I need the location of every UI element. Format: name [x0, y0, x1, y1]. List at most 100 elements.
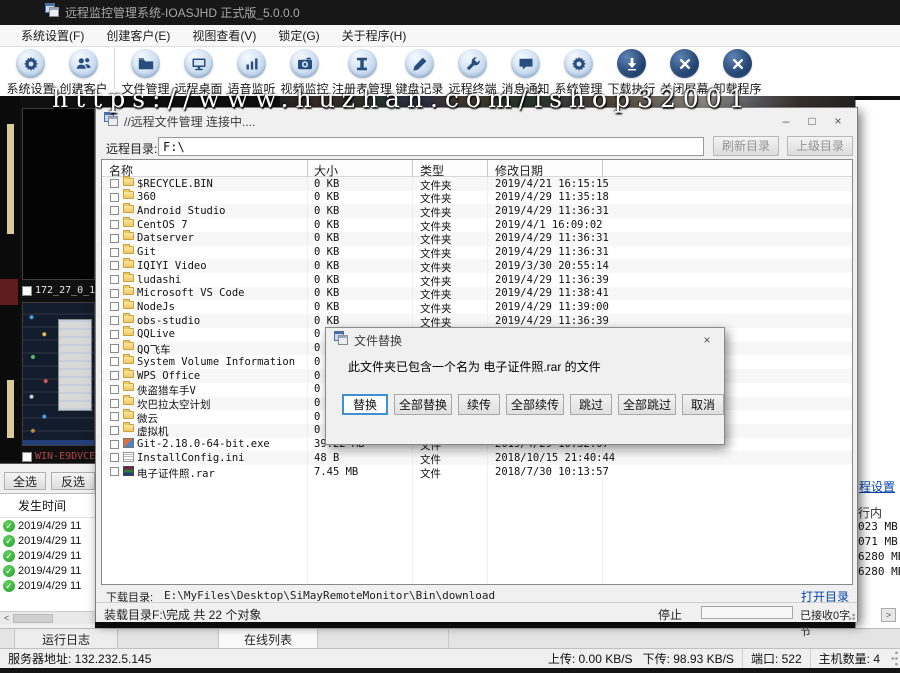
host-thumbnail-2[interactable] [22, 302, 95, 446]
file-row[interactable]: ludashi 0 KB 文件夹 2019/4/29 11:36:39 [102, 273, 852, 287]
minimize-button[interactable]: – [773, 111, 799, 131]
toolbar-item-close-screen[interactable]: 关闭屏幕 [658, 47, 711, 97]
row-checkbox[interactable] [110, 206, 119, 215]
row-checkbox[interactable] [110, 426, 119, 435]
bottom-tabs-row: 运行日志 在线列表 [0, 628, 900, 648]
row-checkbox[interactable] [110, 234, 119, 243]
file-row[interactable]: Datserver 0 KB 文件夹 2019/4/29 11:36:31 [102, 232, 852, 246]
row-checkbox[interactable] [110, 467, 119, 476]
row-checkbox[interactable] [110, 412, 119, 421]
row-checkbox[interactable] [110, 330, 119, 339]
row-checkbox[interactable] [110, 399, 119, 408]
toolbar-item-file-manager[interactable]: 文件管理 [119, 47, 172, 97]
file-row[interactable]: 360 0 KB 文件夹 2019/4/29 11:35:18 [102, 191, 852, 205]
toolbar-item-create-client[interactable]: 创建客户 [57, 47, 110, 97]
stop-label[interactable]: 停止 [658, 606, 682, 623]
log-column-header[interactable]: 发生时间 [0, 494, 95, 518]
file-icon [123, 178, 134, 186]
file-row[interactable]: Android Studio 0 KB 文件夹 2019/4/29 11:36:… [102, 204, 852, 218]
row-checkbox[interactable] [110, 248, 119, 257]
file-row[interactable]: 电子证件照.rar 7.45 MB 文件 2018/7/30 10:13:57 [102, 465, 852, 479]
file-row[interactable]: IQIYI Video 0 KB 文件夹 2019/3/30 20:55:14 [102, 259, 852, 273]
row-checkbox[interactable] [110, 344, 119, 353]
file-date: 2019/4/29 11:36:31 [495, 246, 609, 258]
host-checkbox[interactable] [22, 452, 32, 462]
row-checkbox[interactable] [110, 385, 119, 394]
file-icon [123, 287, 134, 295]
file-date: 2019/4/29 11:36:39 [495, 274, 609, 286]
remote-dir-label: 远程目录: [106, 140, 157, 157]
menu-item[interactable]: 系统设置(F) [10, 24, 95, 47]
file-row[interactable]: Microsoft VS Code 0 KB 文件夹 2019/4/29 11:… [102, 287, 852, 301]
scroll-right-arrow-icon[interactable]: > [881, 608, 896, 622]
row-checkbox[interactable] [110, 261, 119, 270]
remote-dir-input[interactable] [158, 137, 704, 156]
replace-dialog-button[interactable]: 全部续传 [506, 394, 564, 415]
refresh-dir-button[interactable]: 刷新目录 [713, 136, 779, 156]
toolbar-item-remote-terminal[interactable]: 远程终端 [446, 47, 499, 97]
row-checkbox[interactable] [110, 453, 119, 462]
resize-grip[interactable] [844, 609, 856, 621]
file-name: Microsoft VS Code [137, 287, 244, 299]
toolbar-item-remote-desktop[interactable]: 远程桌面 [172, 47, 225, 97]
menu-item[interactable]: 锁定(G) [267, 24, 330, 47]
close-button[interactable]: × [698, 332, 716, 348]
file-row[interactable]: $RECYCLE.BIN 0 KB 文件夹 2019/4/21 16:15:15 [102, 177, 852, 191]
log-row[interactable]: 2019/4/29 11 [0, 548, 95, 563]
replace-dialog-button[interactable]: 取消 [682, 394, 724, 415]
host-checkbox[interactable] [22, 286, 32, 296]
replace-dialog-button[interactable]: 全部跳过 [618, 394, 676, 415]
resize-grip[interactable] [888, 649, 900, 668]
row-checkbox[interactable] [110, 302, 119, 311]
log-row[interactable]: 2019/4/29 11 [0, 533, 95, 548]
replace-dialog-button[interactable]: 续传 [458, 394, 500, 415]
parent-dir-button[interactable]: 上级目录 [787, 136, 853, 156]
toolbar-item-video-monitor[interactable]: 视频监控 [278, 47, 331, 97]
host-thumbnail-1[interactable] [22, 108, 95, 280]
log-row[interactable]: 2019/4/29 11 [0, 518, 95, 533]
row-checkbox[interactable] [110, 371, 119, 380]
toolbar-item-system-settings[interactable]: 系统设置 [4, 47, 57, 97]
row-checkbox[interactable] [110, 289, 119, 298]
file-row[interactable]: Git 0 KB 文件夹 2019/4/29 11:36:31 [102, 246, 852, 260]
row-checkbox[interactable] [110, 275, 119, 284]
scroll-left-arrow-icon[interactable]: < [0, 612, 13, 624]
log-horizontal-scrollbar[interactable]: < [0, 611, 95, 624]
maximize-button[interactable]: □ [799, 111, 825, 131]
toolbar-item-keylogger[interactable]: 键盘记录 [393, 47, 446, 97]
select-all-button[interactable]: 全选 [4, 472, 46, 490]
menu-item[interactable]: 视图查看(V) [181, 24, 267, 47]
file-size: 0 KB [314, 246, 339, 258]
log-row[interactable]: 2019/4/29 11 [0, 563, 95, 578]
toolbar-item-download-execute[interactable]: 下载执行 [605, 47, 658, 97]
menu-item[interactable]: 创建客户(E) [95, 24, 181, 47]
tab-run-log[interactable]: 运行日志 [14, 629, 118, 649]
file-row[interactable]: NodeJs 0 KB 文件夹 2019/4/29 11:39:00 [102, 300, 852, 314]
tab-online-list[interactable]: 在线列表 [218, 629, 318, 649]
log-row[interactable]: 2019/4/29 11 [0, 578, 95, 593]
settings-link-clipped[interactable]: 程设置 [859, 478, 895, 495]
file-row[interactable]: obs-studio 0 KB 文件夹 2019/4/29 11:36:39 [102, 314, 852, 328]
toolbar-item-system-manager[interactable]: 系统管理 [552, 47, 605, 97]
toolbar-item-message-notify[interactable]: 消息通知 [499, 47, 552, 97]
file-row[interactable]: CentOS 7 0 KB 文件夹 2019/4/1 16:09:02 [102, 218, 852, 232]
replace-dialog-button[interactable]: 全部替换 [394, 394, 452, 415]
replace-dialog-button[interactable]: 替换 [342, 394, 388, 415]
row-checkbox[interactable] [110, 316, 119, 325]
success-check-icon [3, 535, 15, 547]
row-checkbox[interactable] [110, 440, 119, 449]
scrollbar-thumb[interactable] [13, 614, 53, 623]
toolbar-item-uninstall[interactable]: 卸载程序 [711, 47, 764, 97]
toolbar-item-registry-manager[interactable]: 注册表管理 [331, 47, 393, 97]
file-name: QQLive [137, 328, 175, 340]
row-checkbox[interactable] [110, 357, 119, 366]
file-row[interactable]: InstallConfig.ini 48 B 文件 2018/10/15 21:… [102, 451, 852, 465]
invert-select-button[interactable]: 反选 [51, 472, 95, 490]
replace-dialog-button[interactable]: 跳过 [570, 394, 612, 415]
row-checkbox[interactable] [110, 220, 119, 229]
row-checkbox[interactable] [110, 193, 119, 202]
close-button[interactable]: × [825, 111, 851, 131]
row-checkbox[interactable] [110, 179, 119, 188]
toolbar-item-audio-monitor[interactable]: 语音监听 [225, 47, 278, 97]
menu-item[interactable]: 关于程序(H) [331, 24, 418, 47]
